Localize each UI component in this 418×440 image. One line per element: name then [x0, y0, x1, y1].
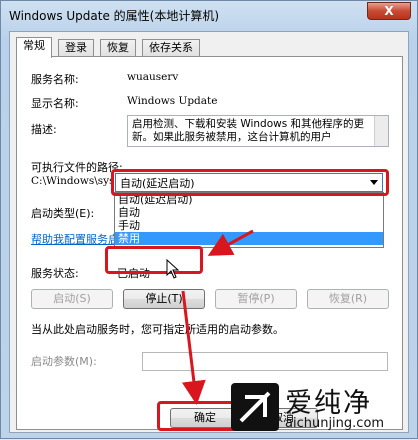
arrow-to-disabled-option: [207, 229, 254, 256]
watermark-logo-mark: [239, 391, 271, 423]
properties-window: Windows Update 的属性(本地计算机) X 常规 登录 恢复 依存关…: [0, 0, 418, 439]
annotation-arrows: [181, 229, 254, 405]
watermark-logo-icon: [231, 383, 279, 431]
watermark-brand: 爱纯净: [285, 388, 372, 419]
mouse-cursor-icon: [166, 259, 180, 279]
watermark: 爱纯净 aichunjing.com: [227, 379, 415, 437]
watermark-url: aichunjing.com: [285, 416, 385, 431]
arrow-to-ok-button: [181, 290, 206, 405]
